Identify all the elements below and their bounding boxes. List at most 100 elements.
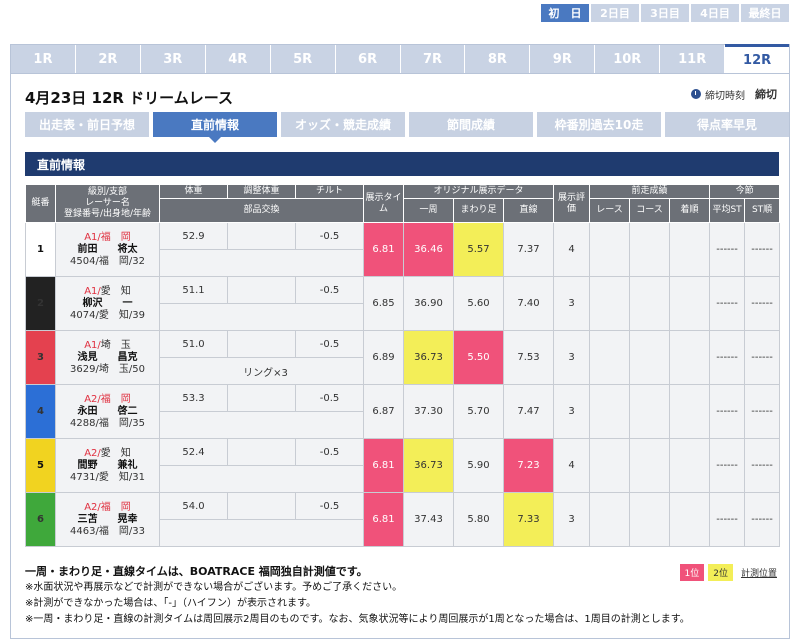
tab-odds-results[interactable]: オッズ・競走成績 [281, 112, 405, 137]
prev-result [669, 330, 711, 385]
header-straight: 直線 [502, 198, 555, 223]
boat-number: 3 [25, 330, 56, 385]
exh-time: 6.87 [363, 384, 404, 439]
avg-st: ------ [709, 222, 746, 277]
prev-course [629, 384, 671, 439]
legend-first: 1位 [679, 564, 705, 581]
tilt: -0.5 [295, 384, 364, 412]
mawari-time: 5.70 [453, 384, 504, 439]
st-order: ------ [744, 276, 781, 331]
weight: 51.1 [159, 276, 228, 304]
race-tab[interactable]: 5R [271, 45, 336, 73]
prev-race [589, 222, 631, 277]
note-line: 一周・まわり足・直線タイムは、BOATRACE 福岡独自計測値です。 [25, 565, 368, 578]
racer-name: 柳沢 一 [82, 297, 133, 309]
race-tab-active[interactable]: 12R [725, 44, 790, 73]
lap-time: 37.30 [403, 384, 454, 439]
tab-entry-list[interactable]: 出走表・前日予想 [25, 112, 149, 137]
race-panel: 4月23日 12R ドリームレース 締切時刻 締切 出走表・前日予想 直前情報 … [10, 74, 790, 639]
header-st-order: ST順 [744, 198, 781, 223]
race-tab[interactable]: 7R [401, 45, 466, 73]
exh-time: 6.81 [363, 222, 404, 277]
exh-eval: 4 [553, 438, 591, 493]
legend-second: 2位 [708, 564, 733, 581]
adj-weight [227, 276, 296, 304]
header-exh-time: 展示タイム [363, 184, 404, 223]
tab-pre-info[interactable]: 直前情報 [153, 112, 277, 143]
straight-time: 7.37 [502, 222, 555, 277]
race-tab[interactable]: 3R [141, 45, 206, 73]
exh-eval: 3 [553, 276, 591, 331]
racer-info: A2/福 岡永田 啓二 4288/福 岡/35 [55, 384, 160, 439]
day-tab-1[interactable]: 初 日 [541, 4, 589, 22]
tilt: -0.5 [295, 492, 364, 520]
adj-weight [227, 330, 296, 358]
tab-score-rate[interactable]: 得点率早見 [665, 112, 789, 137]
race-tab[interactable]: 10R [595, 45, 661, 73]
parts-exchange [159, 249, 364, 277]
racer-name: 浅見 昌克 [77, 351, 138, 363]
deadline: 締切時刻 締切 [691, 86, 777, 102]
straight-time: 7.33 [502, 492, 555, 547]
st-order: ------ [744, 438, 781, 493]
day-tab-3[interactable]: 3日目 [641, 4, 689, 22]
avg-st: ------ [709, 384, 746, 439]
tab-past10[interactable]: 枠番別過去10走 [537, 112, 661, 137]
race-tab[interactable]: 6R [336, 45, 401, 73]
measure-position-link[interactable]: 計測位置 [741, 566, 777, 579]
table-row: 2 A1/愛 知柳沢 一 4074/愛 知/39 51.1 -0.5 6.85 36.90 5… [25, 276, 781, 331]
race-tab[interactable]: 8R [465, 45, 531, 73]
st-order: ------ [744, 222, 781, 277]
race-title: 4月23日 12R ドリームレース [25, 89, 233, 107]
st-order: ------ [744, 492, 781, 547]
header-exh-eval: 展示評価 [553, 184, 591, 223]
prev-race [589, 384, 631, 439]
race-tab[interactable]: 9R [530, 45, 596, 73]
mawari-time: 5.80 [453, 492, 504, 547]
table-row: 1 A1/福 岡前田 将太 4504/福 岡/32 52.9 -0.5 6.81 36.46… [25, 222, 781, 277]
prev-course [629, 438, 671, 493]
straight-time: 7.53 [502, 330, 555, 385]
table-row: 4 A2/福 岡永田 啓二 4288/福 岡/35 53.3 -0.5 6.87 37.30… [25, 384, 781, 439]
day-tab-final[interactable]: 最終日 [741, 4, 789, 22]
straight-time: 7.40 [502, 276, 555, 331]
weight: 52.9 [159, 222, 228, 250]
adj-weight [227, 492, 296, 520]
tab-session-results[interactable]: 節間成績 [409, 112, 533, 137]
prev-course [629, 330, 671, 385]
prev-course [629, 276, 671, 331]
racer-info: A1/福 岡前田 将太 4504/福 岡/32 [55, 222, 160, 277]
header-lap: 一周 [403, 198, 454, 223]
exh-eval: 3 [553, 330, 591, 385]
race-tab[interactable]: 4R [206, 45, 271, 73]
prev-result [669, 222, 711, 277]
section-title: 直前情報 [25, 152, 779, 176]
race-tab[interactable]: 11R [660, 45, 726, 73]
boat-number: 4 [25, 384, 56, 439]
exh-eval: 3 [553, 492, 591, 547]
lap-time: 36.46 [403, 222, 454, 277]
prev-race [589, 276, 631, 331]
header-weight: 体重 [159, 184, 228, 199]
header-racer: 級別/支部 レーサー名 登録番号/出身地/年齢 [55, 184, 160, 223]
racer-info: A1/愛 知柳沢 一 4074/愛 知/39 [55, 276, 160, 331]
header-parts: 部品交換 [159, 198, 364, 223]
exh-time: 6.89 [363, 330, 404, 385]
adj-weight [227, 222, 296, 250]
parts-exchange [159, 411, 364, 439]
race-tabs: 1R 2R 3R 4R 5R 6R 7R 8R 9R 10R 11R 12R [10, 44, 790, 74]
racer-name: 前田 将太 [77, 243, 138, 255]
prev-race [589, 492, 631, 547]
boat-number: 1 [25, 222, 56, 277]
lap-time: 36.73 [403, 330, 454, 385]
race-tab[interactable]: 2R [76, 45, 141, 73]
avg-st: ------ [709, 438, 746, 493]
mawari-time: 5.60 [453, 276, 504, 331]
prev-result [669, 438, 711, 493]
day-tab-2[interactable]: 2日目 [591, 4, 639, 22]
race-tab[interactable]: 1R [11, 45, 76, 73]
day-tab-4[interactable]: 4日目 [691, 4, 739, 22]
parts-exchange [159, 519, 364, 547]
racer-name: 間野 兼礼 [77, 459, 138, 471]
boat-number: 5 [25, 438, 56, 493]
